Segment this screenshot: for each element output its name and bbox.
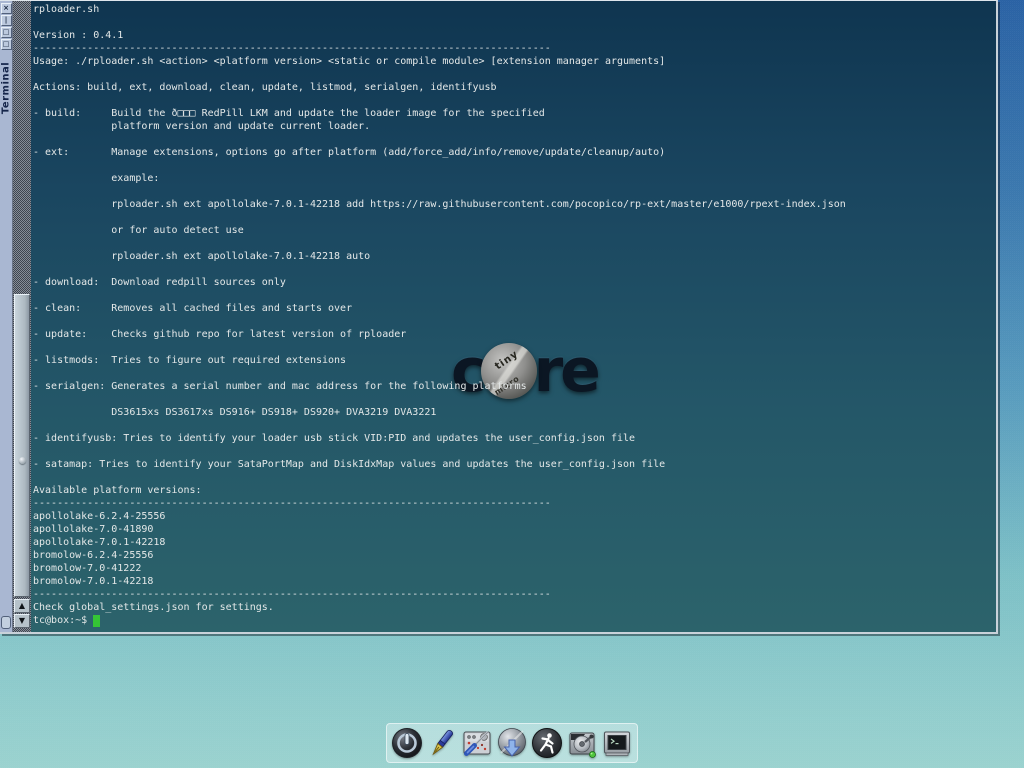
dock-item-run[interactable]	[530, 726, 564, 760]
power-icon	[391, 727, 423, 759]
dock-item-terminal[interactable]	[600, 726, 634, 760]
dock-item-control-panel[interactable]	[460, 726, 494, 760]
dock-item-mount[interactable]	[565, 726, 599, 760]
terminal-window: × | □ □ Terminal ▲ ▼ c tiny micro re rpl…	[0, 0, 998, 634]
window-titlebar[interactable]: × | □ □ Terminal	[0, 1, 12, 632]
scroll-up-arrow[interactable]: ▲	[14, 599, 30, 613]
mount-disk-icon	[566, 727, 598, 759]
terminal-cursor	[93, 615, 100, 627]
window-title: Terminal	[1, 62, 12, 114]
shell-prompt-line[interactable]: tc@box:~$	[33, 614, 100, 627]
maximize-button[interactable]: □	[1, 27, 12, 38]
terminal-output: rploader.sh Version : 0.4.1 ------------…	[33, 3, 846, 614]
control-panel-icon	[461, 727, 493, 759]
close-button[interactable]: ×	[1, 3, 12, 14]
restore-button[interactable]: □	[1, 39, 12, 50]
scrollbar-thumb[interactable]	[14, 294, 30, 597]
desktop: { "window": { "titlebar": { "label": "Te…	[0, 0, 1024, 768]
scroll-down-arrow[interactable]: ▼	[14, 614, 30, 628]
iconify-button[interactable]: |	[1, 15, 12, 26]
shell-prompt: tc@box:~$	[33, 614, 87, 627]
scrollbar-thumb-dimple	[19, 457, 26, 464]
terminal-screen[interactable]: c tiny micro re rploader.sh Version : 0.…	[31, 1, 996, 632]
scrollbar[interactable]: ▲ ▼	[12, 1, 31, 632]
dock-item-apps[interactable]	[495, 726, 529, 760]
dock-bar	[386, 723, 638, 763]
run-icon	[531, 727, 563, 759]
dock-item-exit[interactable]	[390, 726, 424, 760]
pen-icon	[426, 727, 458, 759]
terminal-icon	[601, 727, 633, 759]
apps-download-icon	[496, 727, 528, 759]
dock-item-wallpaper[interactable]	[425, 726, 459, 760]
resize-corner-handle[interactable]	[1, 616, 11, 629]
